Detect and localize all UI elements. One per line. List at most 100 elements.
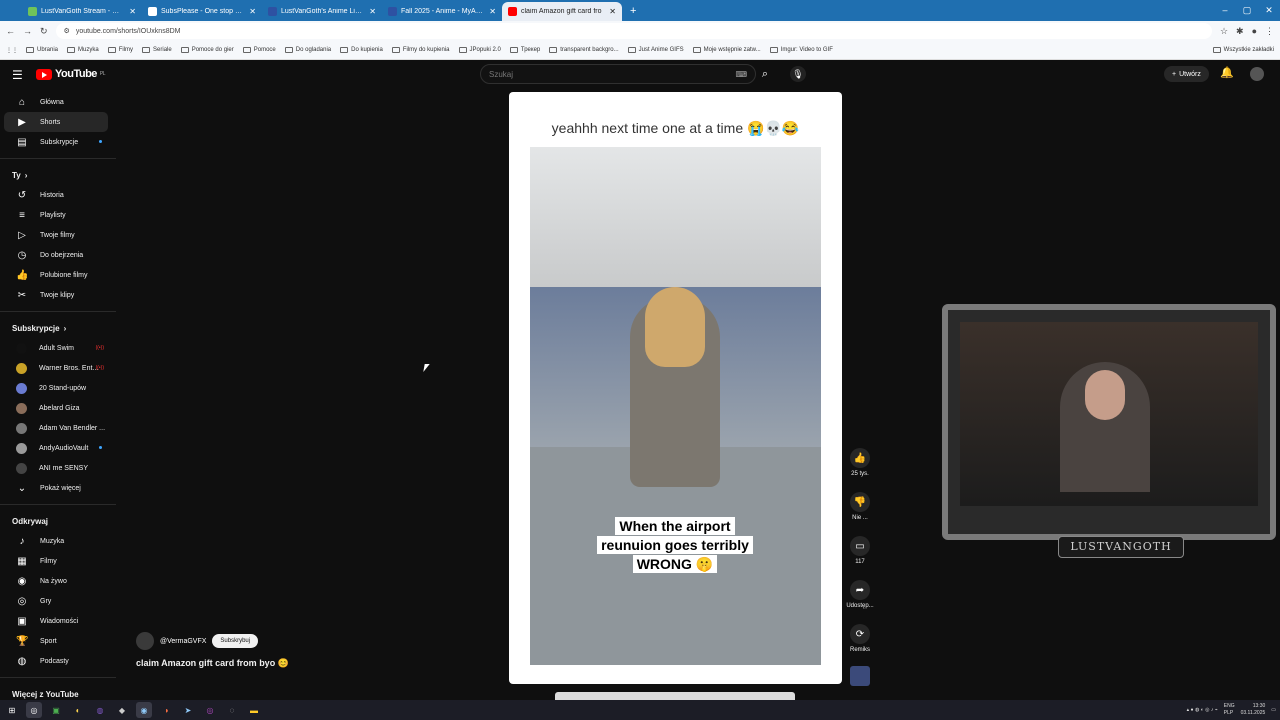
apps-icon[interactable]: ⋮⋮ bbox=[6, 47, 18, 54]
remix-icon[interactable]: ⟳ bbox=[850, 624, 870, 644]
sidebar-item[interactable]: ✂ Twoje klipy bbox=[4, 285, 108, 305]
file-explorer-icon[interactable]: ▬ bbox=[246, 702, 262, 718]
share-icon[interactable]: ➦ bbox=[850, 580, 870, 600]
sidebar-item[interactable]: ◎ Gry bbox=[4, 591, 108, 611]
tray-icons[interactable]: ▴ ● ◍ ◐ ◎ ♪ ⌁ bbox=[1187, 707, 1218, 713]
sidebar-item[interactable]: ▣ Wiadomości bbox=[4, 611, 108, 631]
clock[interactable]: 13:30 03.11.2025 bbox=[1241, 703, 1266, 717]
short-action[interactable]: ▭ 117 bbox=[846, 536, 874, 580]
close-tab-icon[interactable]: ✕ bbox=[369, 7, 376, 16]
discord-icon[interactable]: ◍ bbox=[92, 702, 108, 718]
bookmark-item[interactable]: Do kupienia bbox=[340, 47, 383, 53]
bookmark-item[interactable]: transparent backgro... bbox=[549, 47, 619, 53]
sidebar-subscription[interactable]: AndyAudioVault bbox=[4, 438, 108, 458]
bookmark-item[interactable]: Muzyka bbox=[67, 47, 99, 53]
browser-tab[interactable]: Fall 2025 - Anime - MyAnimeL ✕ bbox=[382, 2, 502, 21]
bell-icon[interactable]: 🔔 bbox=[1220, 66, 1234, 79]
sidebar-section-header[interactable]: Ty › bbox=[0, 165, 116, 185]
sidebar-item[interactable]: 🏆 Sport bbox=[4, 631, 108, 651]
sidebar-subscription[interactable]: 20 Stand-upów bbox=[4, 378, 108, 398]
forward-icon[interactable]: → bbox=[23, 26, 32, 36]
all-bookmarks[interactable]: Wszystkie zakładki bbox=[1212, 47, 1274, 53]
bookmark-item[interactable]: Just Anime GIFS bbox=[627, 47, 684, 53]
bookmark-item[interactable]: Seriale bbox=[142, 47, 172, 53]
sidebar-item[interactable]: ◷ Do obejrzenia bbox=[4, 245, 108, 265]
language-indicator[interactable]: ENG PLP bbox=[1224, 703, 1235, 717]
maximize-icon[interactable]: ▢ bbox=[1236, 0, 1258, 20]
sidebar-item[interactable]: ▤ Subskrypcje bbox=[4, 132, 108, 152]
app-icon[interactable]: ◐ bbox=[70, 702, 86, 718]
windows-start-icon[interactable]: ⊞ bbox=[4, 702, 20, 718]
twitch-icon[interactable]: ◎ bbox=[202, 702, 218, 718]
bookmark-item[interactable]: Filmy do kupienia bbox=[391, 47, 450, 53]
bookmark-item[interactable]: Imgur: Video to GIF bbox=[769, 47, 833, 53]
close-tab-icon[interactable]: ✕ bbox=[489, 7, 496, 16]
bookmark-item[interactable]: Ubrania bbox=[26, 47, 58, 53]
new-tab-icon[interactable]: + bbox=[622, 2, 644, 21]
close-tab-icon[interactable]: ✕ bbox=[609, 7, 616, 16]
create-button[interactable]: + Utwórz bbox=[1164, 66, 1209, 82]
sidebar-item[interactable]: ▶ Shorts bbox=[4, 112, 108, 132]
terminal-icon[interactable]: ▣ bbox=[48, 702, 64, 718]
app-icon[interactable]: ◆ bbox=[114, 702, 130, 718]
sidebar-subscription[interactable]: Abelard Giza bbox=[4, 398, 108, 418]
steam-icon[interactable]: ➤ bbox=[180, 702, 196, 718]
hamburger-icon[interactable]: ☰ bbox=[12, 68, 23, 82]
sidebar-item[interactable]: ▷ Twoje filmy bbox=[4, 225, 108, 245]
dislike-icon[interactable]: 👎 bbox=[850, 492, 870, 512]
sidebar-subscription[interactable]: Warner Bros. Ent... ((•)) bbox=[4, 358, 108, 378]
avatar[interactable] bbox=[1250, 67, 1264, 81]
menu-icon[interactable]: ⋮ bbox=[1265, 26, 1274, 37]
site-info-icon[interactable]: ⚙ bbox=[64, 27, 70, 35]
sidebar-item[interactable]: ◍ Podcasty bbox=[4, 651, 108, 671]
sidebar-item[interactable]: ◉ Na żywo bbox=[4, 571, 108, 591]
sidebar-item[interactable]: ≡ Playlisty bbox=[4, 205, 108, 225]
youtube-logo[interactable]: YouTube PL bbox=[36, 68, 106, 80]
comments-icon[interactable]: ▭ bbox=[850, 536, 870, 556]
firefox-icon[interactable]: ◑ bbox=[158, 702, 174, 718]
search-input[interactable]: Szukaj ⌨ bbox=[480, 64, 756, 84]
search-icon[interactable]: ⌕ bbox=[757, 64, 773, 84]
short-video[interactable]: When the airport reunuion goes terribly … bbox=[530, 147, 821, 665]
close-tab-icon[interactable]: ✕ bbox=[249, 7, 256, 16]
close-tab-icon[interactable]: ✕ bbox=[129, 7, 136, 16]
reload-icon[interactable]: ↻ bbox=[40, 26, 48, 37]
star-icon[interactable]: ☆ bbox=[1220, 26, 1228, 37]
like-icon[interactable]: 👍 bbox=[850, 448, 870, 468]
bookmark-item[interactable]: Moje wstępnie zatw... bbox=[692, 47, 761, 53]
short-action[interactable]: ➦ Udostęp... bbox=[846, 580, 874, 624]
keyboard-icon[interactable]: ⌨ bbox=[735, 70, 747, 79]
bookmark-item[interactable]: Pomoce do gier bbox=[180, 47, 234, 53]
sidebar-subscription[interactable]: Adult Swim ((•)) bbox=[4, 338, 108, 358]
sidebar-item[interactable]: 👍 Polubione filmy bbox=[4, 265, 108, 285]
sidebar-subscription[interactable]: Adam Van Bendler ... bbox=[4, 418, 108, 438]
browser-tab[interactable]: LustVanGoth Stream - Watch L ✕ bbox=[22, 2, 142, 21]
bookmark-item[interactable]: Pomoce bbox=[242, 47, 276, 53]
microphone-icon[interactable]: 🎙 bbox=[790, 66, 806, 82]
browser-tab[interactable]: LustVanGoth's Anime List - My ✕ bbox=[262, 2, 382, 21]
sound-thumbnail[interactable] bbox=[850, 666, 870, 686]
channel-avatar[interactable] bbox=[136, 632, 154, 650]
browser-icon[interactable]: ◉ bbox=[136, 702, 152, 718]
sidebar-item[interactable]: ♪ Muzyka bbox=[4, 531, 108, 551]
sidebar-section-header[interactable]: Subskrypcje › bbox=[0, 318, 116, 338]
sidebar-item[interactable]: ↺ Historia bbox=[4, 185, 108, 205]
subscribe-button[interactable]: Subskrybuj bbox=[212, 634, 259, 648]
chrome-icon[interactable]: ◎ bbox=[26, 702, 42, 718]
obs-icon[interactable]: ◌ bbox=[224, 702, 240, 718]
short-action[interactable]: 👎 Nie ... bbox=[846, 492, 874, 536]
close-window-icon[interactable]: ✕ bbox=[1258, 0, 1280, 20]
show-more-button[interactable]: ⌄ Pokaż więcej bbox=[4, 478, 108, 498]
extensions-icon[interactable]: ✱ bbox=[1236, 26, 1244, 37]
next-short-preview[interactable] bbox=[555, 692, 795, 700]
bookmark-item[interactable]: JPopuki 2.0 bbox=[458, 47, 501, 53]
channel-name[interactable]: @VermaGVFX bbox=[160, 638, 206, 645]
minimize-icon[interactable]: – bbox=[1214, 0, 1236, 20]
bookmark-item[interactable]: Трекер bbox=[509, 47, 540, 53]
browser-tab[interactable]: claim Amazon gift card fro ✕ bbox=[502, 2, 622, 21]
sidebar-item[interactable]: ▦ Filmy bbox=[4, 551, 108, 571]
url-field[interactable]: ⚙ youtube.com/shorts/IOUxkns8DM bbox=[55, 23, 1212, 39]
profile-icon[interactable]: ● bbox=[1252, 26, 1257, 36]
browser-tab[interactable]: SubsPlease - One stop shop fo ✕ bbox=[142, 2, 262, 21]
short-player[interactable]: yeahhh next time one at a time 😭💀😂 When … bbox=[509, 92, 842, 684]
